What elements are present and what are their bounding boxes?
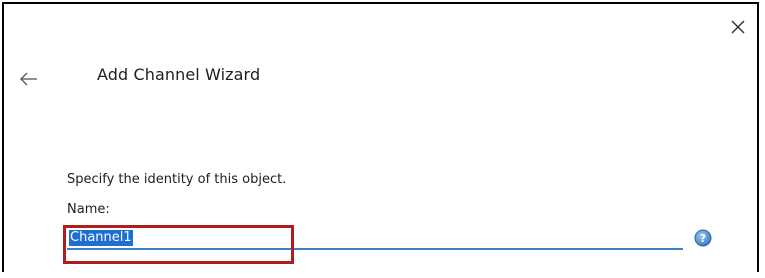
close-icon xyxy=(731,20,745,34)
name-input[interactable]: Channel1 xyxy=(67,228,683,250)
help-icon[interactable]: ? xyxy=(694,229,712,247)
name-input-value: Channel1 xyxy=(69,230,133,246)
wizard-title: Add Channel Wizard xyxy=(97,65,261,84)
svg-text:?: ? xyxy=(700,232,706,245)
back-button[interactable] xyxy=(18,70,40,88)
back-arrow-icon xyxy=(20,72,37,86)
instruction-text: Specify the identity of this object. xyxy=(67,172,287,187)
name-label: Name: xyxy=(67,202,110,217)
close-button[interactable] xyxy=(727,16,749,38)
